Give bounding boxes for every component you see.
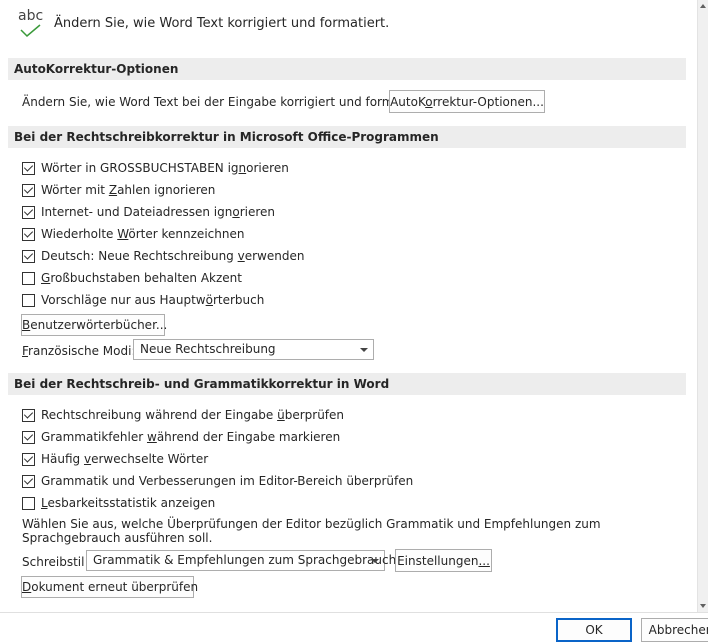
footer-divider: [0, 612, 708, 613]
checkbox[interactable]: [22, 408, 35, 422]
editor-info-text: Wählen Sie aus, welche Überprüfungen der…: [22, 517, 601, 545]
proofing-abc-icon: abc: [18, 8, 48, 40]
option-frequently-confused-words[interactable]: Häufig verwechselte Wörter: [22, 450, 208, 468]
checkbox[interactable]: [22, 474, 35, 488]
autocorrect-description: Ändern Sie, wie Word Text bei der Eingab…: [22, 95, 430, 109]
option-check-spelling-as-you-type[interactable]: Rechtschreibung während der Eingabe über…: [22, 406, 344, 424]
settings-button[interactable]: Einstellungen...: [395, 549, 492, 572]
ok-button[interactable]: OK: [556, 618, 632, 642]
checkbox[interactable]: [22, 271, 35, 285]
checkbox[interactable]: [22, 430, 35, 444]
checkbox[interactable]: [22, 161, 35, 175]
option-ignore-uppercase[interactable]: Wörter in GROSSBUCHSTABEN ignorieren: [22, 159, 289, 177]
chevron-down-icon: [360, 348, 368, 352]
writing-style-label: Schreibstil: [22, 555, 85, 569]
custom-dictionaries-button[interactable]: Benutzerwörterbücher...: [21, 314, 167, 336]
writing-style-select[interactable]: Grammatik & Empfehlungen zum Sprachgebra…: [86, 550, 396, 571]
checkbox[interactable]: [22, 183, 35, 197]
option-ignore-numbers[interactable]: Wörter mit Zahlen ignorieren: [22, 181, 215, 199]
checkbox[interactable]: [22, 205, 35, 219]
french-modes-select[interactable]: Neue Rechtschreibung: [133, 339, 374, 360]
option-new-german-spelling[interactable]: Deutsch: Neue Rechtschreibung verwenden: [22, 247, 304, 265]
section-autocorrect-header: AutoKorrektur-Optionen: [8, 58, 686, 80]
section-office-spelling-header: Bei der Rechtschreibkorrektur in Microso…: [8, 126, 686, 148]
vertical-scrollbar[interactable]: [697, 0, 708, 612]
option-main-dictionary-only[interactable]: Vorschläge nur aus Hauptwörterbuch: [22, 291, 264, 309]
checkbox[interactable]: [22, 496, 35, 510]
checkbox[interactable]: [22, 293, 35, 307]
scroll-down-arrow-icon[interactable]: [700, 604, 706, 608]
section-word-grammar-header: Bei der Rechtschreib- und Grammatikkorre…: [8, 373, 686, 395]
scroll-up-arrow-icon[interactable]: [700, 4, 706, 8]
cancel-button[interactable]: Abbrechen: [641, 618, 708, 642]
page-title: Ändern Sie, wie Word Text korrigiert und…: [54, 16, 390, 31]
option-ignore-internet-addresses[interactable]: Internet- und Dateiadressen ignorieren: [22, 203, 275, 221]
checkbox[interactable]: [22, 227, 35, 241]
checkbox[interactable]: [22, 452, 35, 466]
chevron-down-icon: [371, 559, 379, 563]
option-flag-repeated-words[interactable]: Wiederholte Wörter kennzeichnen: [22, 225, 244, 243]
option-readability-statistics[interactable]: Lesbarkeitsstatistik anzeigen: [22, 494, 215, 512]
option-check-grammar-editor-pane[interactable]: Grammatik und Verbesserungen im Editor-B…: [22, 472, 413, 490]
green-check-icon: [20, 24, 41, 38]
checkbox[interactable]: [22, 249, 35, 263]
french-modes-label: Französische Modi:: [22, 344, 136, 358]
autocorrect-options-button[interactable]: AutoKorrektur-Optionen...: [389, 90, 545, 113]
option-uppercase-keep-accent[interactable]: Großbuchstaben behalten Akzent: [22, 269, 242, 287]
option-mark-grammar-errors[interactable]: Grammatikfehler während der Eingabe mark…: [22, 428, 340, 446]
recheck-document-button[interactable]: Dokument erneut überprüfen: [21, 576, 198, 598]
